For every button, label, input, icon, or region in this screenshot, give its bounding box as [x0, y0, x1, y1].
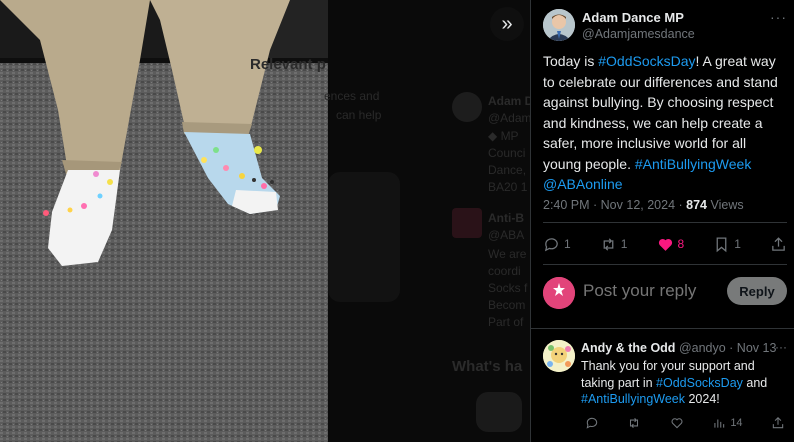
views-count: 874 [686, 198, 707, 212]
ghost-bio: ◆ MP [488, 129, 519, 143]
ghost-handle: @Adam [488, 111, 530, 125]
media-viewer: Relevant p ences and can help Adam D @Ad… [0, 0, 530, 442]
ghost-card [476, 392, 522, 432]
author-name[interactable]: Adam Dance MP [582, 10, 684, 25]
divider [531, 328, 794, 329]
reply-actions: 14 [585, 416, 785, 430]
text-segment: and [742, 375, 768, 390]
ghost-bio: Becom [488, 298, 526, 312]
hashtag-link[interactable]: #OddSocksDay [656, 376, 743, 390]
repost-icon [603, 237, 614, 251]
expand-panel-button[interactable]: » [490, 7, 524, 41]
share-icon [772, 236, 785, 251]
avatar[interactable] [543, 340, 575, 372]
like-count: 8 [677, 237, 685, 251]
ghost-bio: Part of [488, 315, 524, 329]
divider [543, 264, 787, 265]
ghost-text: ences and [324, 89, 380, 103]
aba-logo-icon [543, 277, 575, 309]
reply-submit-button[interactable]: Reply [727, 277, 787, 305]
reply-count: 1 [564, 237, 571, 251]
more-icon[interactable]: ··· [775, 340, 787, 354]
ghost-bio: coordi [488, 264, 521, 278]
ghost-bio: BA20 1 [488, 180, 528, 194]
ghost-heading: Relevant p [250, 56, 326, 73]
ghost-handle: @ABA [488, 228, 525, 242]
avatar-image [543, 9, 575, 41]
views-count: 14 [730, 417, 743, 429]
text-segment: 2024! [685, 392, 720, 406]
heart-filled-icon [658, 238, 672, 251]
tweet-header: Adam Dance MP @Adamjamesdance ··· [543, 9, 787, 45]
avatar-image [543, 340, 575, 372]
reply-text: Thank you for your support and taking pa… [581, 358, 781, 408]
more-icon[interactable]: ··· [770, 9, 787, 25]
ghost-bio: Socks f [488, 281, 528, 295]
views-label: Views [707, 198, 744, 212]
background-timeline: Relevant p ences and can help Adam D @Ad… [250, 0, 530, 442]
reply-input[interactable] [583, 281, 713, 301]
share-button[interactable] [770, 236, 787, 253]
reply-author-handle[interactable]: @andyo [679, 341, 726, 355]
ghost-avatar [452, 208, 482, 238]
ghost-avatar [452, 92, 482, 122]
like-button[interactable]: 8 [657, 236, 685, 253]
bookmark-button[interactable]: 1 [713, 236, 741, 253]
hashtag-link[interactable]: #OddSocksDay [598, 53, 695, 69]
repost-button[interactable]: 1 [600, 236, 628, 253]
share-button[interactable] [771, 416, 785, 430]
like-button[interactable] [670, 416, 684, 430]
reply-composer: Reply [543, 277, 787, 309]
repost-count: 1 [620, 237, 628, 251]
analytics-icon [714, 419, 725, 428]
reply-author-name[interactable]: Andy & the Odd [581, 341, 675, 355]
hashtag-link[interactable]: #AntiBullyingWeek [581, 392, 685, 406]
ghost-card [328, 172, 400, 302]
ghost-bio: Counci [488, 146, 526, 160]
tweet-text: Today is #OddSocksDay! A great way to ce… [543, 51, 787, 195]
repost-button[interactable] [627, 416, 641, 430]
divider [543, 222, 787, 223]
reply-time[interactable]: · Nov 13 [726, 341, 776, 355]
ghost-name: Adam D [488, 94, 530, 108]
tweet-panel: Adam Dance MP @Adamjamesdance ··· Today … [530, 0, 794, 442]
text-segment: Today is [543, 53, 599, 69]
heart-icon [671, 418, 683, 429]
avatar[interactable] [543, 9, 575, 41]
reply-icon [586, 417, 598, 429]
bookmark-count: 1 [734, 237, 741, 251]
reply-icon [544, 237, 558, 251]
text-segment: ! A great way to celebrate our differenc… [543, 53, 778, 172]
author-handle[interactable]: @Adamjamesdance [582, 27, 695, 41]
reply-button[interactable]: 1 [543, 236, 571, 253]
share-icon [772, 417, 784, 429]
reply-header: Andy & the Odd @andyo · Nov 13 [581, 341, 794, 355]
ghost-text: can help [336, 108, 382, 122]
chevron-double-right-icon: » [501, 12, 513, 35]
tweet-meta: 2:40 PM · Nov 12, 2024 · 874 Views [543, 198, 744, 212]
hashtag-link[interactable]: #AntiBullyingWeek [635, 156, 751, 172]
avatar[interactable] [543, 277, 575, 309]
ghost-bio: Dance, [488, 163, 527, 177]
ghost-heading: What's ha [452, 358, 523, 375]
ghost-bio: We are [488, 247, 527, 261]
repost-icon [630, 417, 639, 429]
ghost-name: Anti-B [488, 211, 524, 225]
reply-button[interactable] [585, 416, 599, 430]
mention-link[interactable]: @ABAonline [543, 176, 623, 192]
views-button[interactable]: 14 [712, 416, 743, 430]
tweet-actions: 1 1 8 1 [543, 232, 787, 256]
bookmark-icon [716, 236, 727, 252]
timestamp[interactable]: 2:40 PM · Nov 12, 2024 · [543, 198, 686, 212]
